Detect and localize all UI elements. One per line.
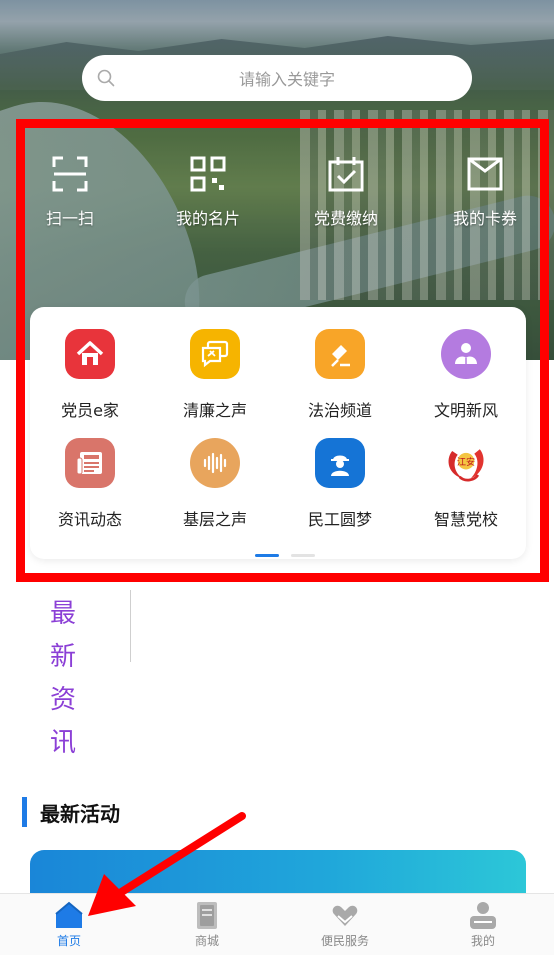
home-tab-icon xyxy=(55,901,83,928)
service-label: 资讯动态 xyxy=(57,510,122,529)
service-icon-bg xyxy=(190,329,240,379)
tab-profile[interactable]: 我的 xyxy=(438,900,528,949)
service-icon-bg xyxy=(315,438,365,488)
tab-label: 商城 xyxy=(194,934,219,948)
news-char: 最 xyxy=(50,599,77,629)
service-label: 清廉之声 xyxy=(182,401,247,420)
soundwave-icon xyxy=(203,452,227,474)
page-dot-active xyxy=(255,554,279,557)
service-icon-bg xyxy=(315,329,365,379)
service-party-school[interactable]: 江安 智慧党校 xyxy=(406,438,526,530)
quick-dues[interactable]: 党费缴纳 xyxy=(291,155,401,229)
service-integrity[interactable]: 清廉之声 xyxy=(155,329,275,421)
quick-scan-label: 扫一扫 xyxy=(45,209,94,228)
quick-coupon-label: 我的卡券 xyxy=(452,209,517,228)
service-news[interactable]: 资讯动态 xyxy=(30,438,150,530)
bottom-tab-bar: 首页 商城 便民服务 我的 xyxy=(0,893,554,955)
page-indicator xyxy=(255,554,315,558)
scan-icon xyxy=(52,156,88,192)
quick-coupon[interactable]: 我的卡券 xyxy=(430,155,540,229)
reading-person-icon xyxy=(455,343,477,364)
service-law[interactable]: 法治频道 xyxy=(280,329,400,421)
news-char: 新 xyxy=(50,642,77,672)
worker-icon xyxy=(331,455,349,476)
service-label: 文明新风 xyxy=(433,401,498,420)
chat-flag-icon xyxy=(201,340,229,368)
service-icon-bg: 江安 xyxy=(441,438,491,488)
quick-dues-label: 党费缴纳 xyxy=(313,209,378,228)
home-icon xyxy=(76,341,104,365)
search-icon xyxy=(97,69,115,87)
heart-hand-icon xyxy=(332,905,358,926)
activity-title: 最新活动 xyxy=(40,801,120,826)
service-label: 智慧党校 xyxy=(433,510,498,529)
service-civilization[interactable]: 文明新风 xyxy=(406,329,526,421)
activity-section-title: 最新活动 xyxy=(22,797,120,827)
news-icon xyxy=(76,452,102,475)
service-grassroots[interactable]: 基层之声 xyxy=(155,438,275,530)
tab-home[interactable]: 首页 xyxy=(24,900,114,949)
page-dot xyxy=(291,554,315,557)
svg-text:江安: 江安 xyxy=(457,456,475,468)
qr-card-icon xyxy=(190,156,226,192)
section-accent-bar xyxy=(22,797,27,827)
service-icon-bg xyxy=(65,329,115,379)
tab-label: 便民服务 xyxy=(320,934,369,948)
service-migrant-workers[interactable]: 民工圆梦 xyxy=(280,438,400,530)
service-label: 民工圆梦 xyxy=(307,510,372,529)
service-icon-bg xyxy=(441,329,491,379)
tab-label: 首页 xyxy=(56,934,81,948)
news-divider xyxy=(130,590,131,662)
latest-news-heading[interactable]: 最 新 资 讯 xyxy=(50,593,80,765)
news-char: 资 xyxy=(50,685,77,715)
calendar-check-icon xyxy=(328,157,364,192)
service-icon-bg xyxy=(65,438,115,488)
quick-scan[interactable]: 扫一扫 xyxy=(15,155,125,229)
coupon-icon xyxy=(467,157,503,191)
service-label: 党员e家 xyxy=(61,401,119,420)
tab-label: 我的 xyxy=(470,934,495,948)
service-label: 法治频道 xyxy=(307,401,372,420)
party-school-logo-icon: 江安 xyxy=(448,449,484,482)
quick-card[interactable]: 我的名片 xyxy=(153,155,263,229)
tab-shop[interactable]: 商城 xyxy=(162,900,252,949)
search-bar[interactable]: 请输入关键字 xyxy=(82,55,472,101)
shop-book-icon xyxy=(197,902,217,929)
service-icon-bg xyxy=(190,438,240,488)
quick-actions: 扫一扫 我的名片 党费缴纳 我的卡券 xyxy=(0,155,554,235)
quick-card-label: 我的名片 xyxy=(175,209,240,228)
search-input[interactable]: 请输入关键字 xyxy=(82,66,472,90)
gavel-icon xyxy=(331,345,350,367)
service-party-home[interactable]: 党员e家 xyxy=(30,329,150,421)
services-card: 党员e家 清廉之声 法治频道 文明新风 资讯动态 基层之声 民工圆梦 江安 智慧… xyxy=(30,307,526,559)
service-label: 基层之声 xyxy=(182,510,247,529)
news-char: 讯 xyxy=(50,728,77,758)
tab-services[interactable]: 便民服务 xyxy=(300,900,390,949)
profile-icon xyxy=(470,902,496,929)
